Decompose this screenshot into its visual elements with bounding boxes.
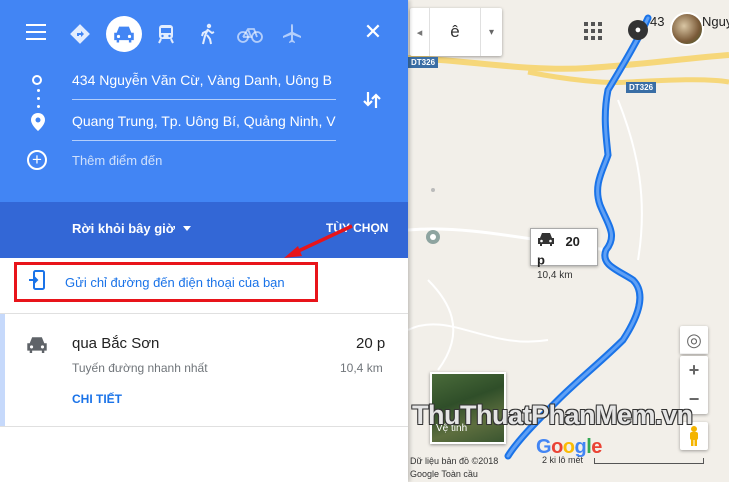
eta-distance: 10,4 km [537, 270, 573, 281]
user-label: 43 [650, 14, 665, 29]
zoom-in-button[interactable]: + [680, 356, 708, 385]
destination-pin-icon [31, 113, 45, 136]
destination-input[interactable]: Quang Trung, Tp. Uông Bí, Quảng Ninh, V [72, 113, 336, 141]
my-location-icon[interactable]: ◎ [680, 326, 708, 354]
route-eta-box[interactable]: 20 p 10,4 km [530, 228, 598, 281]
car-icon [537, 232, 555, 251]
route-option-card[interactable]: qua Bắc Sơn 20 p Tuyến đường nhanh nhất … [0, 314, 408, 426]
send-to-phone-icon [29, 269, 45, 295]
transit-mode-icon[interactable] [148, 16, 184, 52]
road-label: DT326 [626, 82, 657, 93]
chevron-down-icon [183, 226, 191, 231]
route-distance: 10,4 km [340, 361, 383, 375]
route-description: Tuyến đường nhanh nhất [72, 361, 208, 375]
my-location-control[interactable]: ◎ [680, 326, 708, 354]
watermark-part1: Thu [412, 400, 460, 430]
watermark-part3: PhanMem [530, 400, 656, 430]
road-label: DT326 [408, 57, 439, 68]
route-via: qua Bắc Sơn [72, 335, 160, 352]
bicycle-mode-icon[interactable] [232, 16, 268, 52]
map-attribution[interactable]: Dữ liệu bản đồ ©2018 Google Toàn cầu [410, 455, 498, 481]
scale-label: 2 ki lô mét [542, 455, 584, 465]
add-destination-field[interactable]: Thêm điểm đến [72, 153, 162, 168]
divider [0, 426, 408, 427]
attribution-line1: Dữ liệu bản đồ ©2018 [410, 456, 499, 466]
route-time: 20 p [356, 335, 386, 352]
user-chip[interactable]: 43 [650, 14, 664, 29]
chevron-down-icon[interactable]: ▾ [480, 8, 502, 56]
map-search-box[interactable]: ◂ ê ▾ [410, 8, 502, 56]
map-search-text[interactable]: ê [430, 22, 480, 42]
avatar[interactable] [670, 12, 704, 46]
send-to-phone-label: Gửi chỉ đường đến điện thoại của bạn [65, 274, 285, 290]
user-name: Nguyễ [702, 14, 729, 29]
drive-mode-icon[interactable] [106, 16, 142, 52]
watermark: ThuThuatPhanMem.vn [412, 400, 693, 431]
apps-grid-icon[interactable] [584, 22, 602, 40]
watermark-part2: Thuat [459, 400, 532, 430]
notification-bell-icon[interactable]: ● [628, 20, 648, 40]
send-to-phone-button[interactable]: Gửi chỉ đường đến điện thoại của bạn [14, 262, 318, 302]
user-name-text: Nguyễ [702, 14, 729, 29]
scale-bar [594, 458, 704, 464]
flight-mode-icon[interactable] [274, 16, 310, 52]
walk-mode-icon[interactable] [190, 16, 226, 52]
swap-icon[interactable] [363, 90, 381, 115]
menu-icon[interactable] [26, 24, 46, 40]
origin-input[interactable]: 434 Nguyễn Văn Cừ, Vàng Danh, Uông B [72, 72, 336, 100]
route-details-link[interactable]: CHI TIẾT [72, 392, 122, 406]
leave-now-dropdown[interactable]: Rời khỏi bây giờ [72, 221, 191, 236]
close-icon[interactable]: ✕ [362, 21, 384, 44]
leave-now-label: Rời khỏi bây giờ [72, 221, 175, 236]
best-route-icon[interactable] [62, 16, 98, 52]
annotation-arrow [284, 224, 353, 258]
watermark-part4: .vn [655, 400, 693, 430]
add-destination-icon[interactable]: + [27, 150, 47, 170]
waypoint-dots [37, 89, 40, 113]
collapse-panel-icon[interactable]: ◂ [410, 8, 430, 56]
directions-panel: ✕ 434 Nguyễn Văn Cừ, Vàng Danh, Uông B Q… [0, 0, 408, 482]
selected-route-accent [0, 314, 5, 426]
attribution-line2: Google Toàn cầu [410, 469, 478, 479]
car-icon [26, 336, 48, 358]
origin-dot-icon [32, 75, 42, 85]
